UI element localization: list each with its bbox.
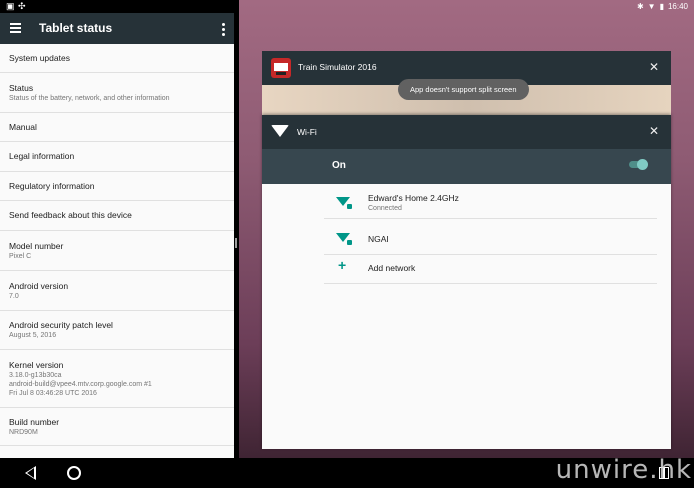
network-item-ngai[interactable]: NGAI [324, 224, 657, 255]
android-version-item[interactable]: Android version 7.0 [0, 271, 234, 311]
status-item[interactable]: Status Status of the battery, network, a… [0, 73, 234, 113]
image-notification-icon: ▣ [6, 1, 15, 11]
recent-app-card-wifi[interactable]: Wi-Fi ✕ On Edward's Home 2.4GHz Connecte… [262, 115, 671, 449]
bluetooth-icon: ✱ [636, 2, 644, 11]
left-status-bar: ▣ ✣ [0, 0, 234, 13]
app-notification-icon: ✣ [18, 1, 26, 11]
menu-icon[interactable] [10, 23, 21, 35]
item-summary: August 5, 2016 [9, 332, 57, 339]
item-title: Send feedback about this device [9, 210, 132, 220]
lock-icon [346, 239, 353, 246]
divider-handle[interactable] [235, 238, 237, 248]
wifi-icon [271, 125, 289, 137]
recents-pane: ✱ ▼ ▮ 16:40 Train Simulator 2016 ✕ App d… [239, 0, 694, 458]
lock-icon [346, 203, 353, 210]
home-icon[interactable] [67, 466, 81, 480]
item-title: Kernel version [9, 359, 64, 370]
item-summary: 7.0 [9, 292, 19, 300]
network-item-edwards-home[interactable]: Edward's Home 2.4GHz Connected [324, 188, 657, 219]
tablet-status-pane: ▣ ✣ Tablet status System updates Status … [0, 0, 234, 458]
item-title: Manual [9, 121, 37, 132]
system-updates-item[interactable]: System updates [0, 44, 234, 73]
item-title: Legal information [9, 151, 75, 161]
regulatory-information-item[interactable]: Regulatory information [0, 172, 234, 201]
item-title: Regulatory information [9, 180, 95, 191]
wifi-status-icon: ▼ [647, 2, 656, 11]
network-name: Edward's Home 2.4GHz [368, 193, 459, 203]
item-title: System updates [9, 52, 70, 63]
model-number-item[interactable]: Model number Pixel C [0, 231, 234, 271]
item-title: Model number [9, 240, 64, 251]
item-title: Android version [9, 280, 69, 291]
more-options-icon[interactable] [222, 23, 225, 38]
close-icon[interactable]: ✕ [649, 124, 659, 138]
wifi-toggle[interactable] [629, 159, 648, 170]
train-simulator-app-icon [271, 58, 291, 78]
network-name: NGAI [368, 234, 389, 244]
network-status: Connected [368, 205, 402, 212]
card-title: Train Simulator 2016 [298, 62, 377, 72]
send-feedback-item[interactable]: Send feedback about this device [0, 201, 234, 231]
right-status-bar: ✱ ▼ ▮ 16:40 [637, 2, 688, 11]
card-title: Wi-Fi [297, 127, 317, 137]
security-patch-item[interactable]: Android security patch level August 5, 2… [0, 311, 234, 350]
item-summary: 3.18.0-g13b30ca [9, 371, 62, 379]
item-summary: Status of the battery, network, and othe… [9, 94, 170, 102]
kernel-version-item[interactable]: Kernel version 3.18.0-g13b30ca android-b… [0, 350, 234, 408]
clock: 16:40 [667, 2, 688, 11]
legal-information-item[interactable]: Legal information [0, 142, 234, 172]
close-icon[interactable]: ✕ [649, 60, 659, 74]
watermark-logo: unwire.hk [555, 455, 692, 485]
toolbar: Tablet status [0, 13, 234, 44]
add-network-label: Add network [368, 263, 416, 273]
item-summary: NRD90M [9, 428, 38, 436]
wifi-master-switch-bar[interactable]: On [262, 149, 671, 184]
battery-icon: ▮ [659, 2, 664, 11]
back-icon[interactable] [25, 466, 36, 480]
item-summary: Pixel C [9, 252, 32, 260]
add-network-item[interactable]: + Add network [324, 253, 657, 284]
page-title: Tablet status [39, 21, 113, 35]
item-title: Status [9, 82, 34, 93]
manual-item[interactable]: Manual [0, 113, 234, 142]
add-icon: + [338, 257, 347, 273]
item-title: Build number [9, 416, 60, 427]
item-summary: android-build@vpee4.mtv.corp.google.com … [9, 380, 152, 388]
card-header: Wi-Fi ✕ [262, 115, 671, 149]
item-summary: Fri Jul 8 03:46:28 UTC 2016 [9, 389, 97, 397]
build-number-item[interactable]: Build number NRD90M [0, 408, 234, 446]
switch-label: On [332, 160, 346, 171]
item-title: Android security patch level [9, 320, 113, 330]
toast-message: App doesn't support split screen [398, 79, 529, 100]
